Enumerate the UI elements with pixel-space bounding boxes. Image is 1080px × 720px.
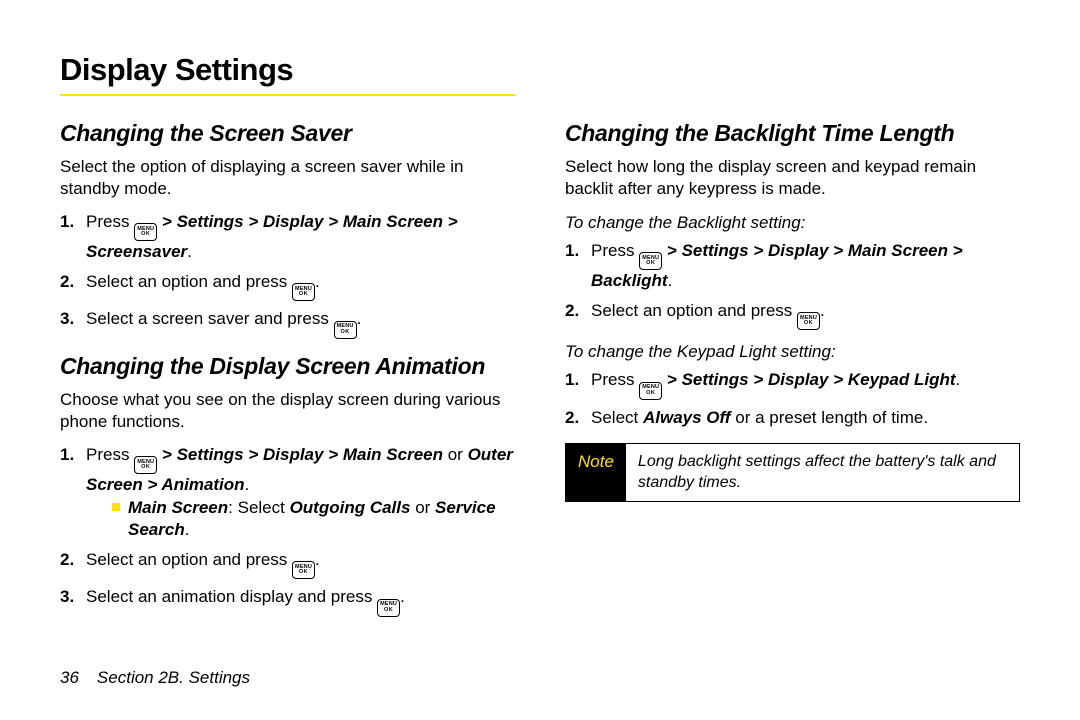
- step-text: Select an option and press: [86, 550, 292, 569]
- menu-ok-icon: MENUOK: [639, 382, 662, 400]
- step-text: Press: [591, 370, 639, 389]
- menu-ok-icon: MENUOK: [797, 312, 820, 330]
- note-body: Long backlight settings affect the batte…: [626, 444, 1019, 501]
- intro-backlight: Select how long the display screen and k…: [565, 156, 1020, 201]
- step-item: Press MENUOK > Settings > Display > Main…: [60, 211, 515, 264]
- sublabel-keypad: To change the Keypad Light setting:: [565, 342, 1020, 362]
- step-text: Select a screen saver and press: [86, 309, 334, 328]
- step-end: .: [400, 587, 405, 606]
- intro-display-animation: Choose what you see on the display scree…: [60, 389, 515, 434]
- step-text: Press: [86, 445, 134, 464]
- page-title: Display Settings: [60, 52, 1020, 88]
- steps-keypad: Press MENUOK > Settings > Display > Keyp…: [565, 369, 1020, 429]
- sub-bullet: Main Screen: Select Outgoing Calls or Se…: [86, 497, 515, 542]
- step-end: .: [820, 301, 825, 320]
- step-item: Select an option and press MENUOK.: [60, 549, 515, 580]
- step-end: .: [315, 550, 320, 569]
- step-end: .: [315, 272, 320, 291]
- step-item: Select a screen saver and press MENUOK.: [60, 308, 515, 339]
- steps-display-animation: Press MENUOK > Settings > Display > Main…: [60, 444, 515, 617]
- step-end: .: [956, 370, 961, 389]
- step-item: Select an animation display and press ME…: [60, 586, 515, 617]
- menu-ok-icon: MENUOK: [134, 223, 157, 241]
- step-text: Select: [591, 408, 643, 427]
- step-text: Press: [591, 241, 639, 260]
- menu-ok-icon: MENUOK: [292, 561, 315, 579]
- sublabel-backlight: To change the Backlight setting:: [565, 213, 1020, 233]
- step-end: .: [245, 475, 250, 494]
- menu-ok-icon: MENUOK: [377, 599, 400, 617]
- menu-ok-icon: MENUOK: [639, 252, 662, 270]
- heading-backlight: Changing the Backlight Time Length: [565, 120, 1020, 147]
- step-item: Press MENUOK > Settings > Display > Main…: [60, 444, 515, 542]
- menu-ok-line2: OK: [141, 232, 150, 238]
- step-text: Press: [86, 212, 134, 231]
- step-item: Select an option and press MENUOK.: [60, 271, 515, 302]
- nav-path: > Settings > Display > Keypad Light: [662, 370, 955, 389]
- bullet-square-icon: [112, 503, 120, 511]
- step-end: .: [187, 242, 192, 261]
- step-item: Press MENUOK > Settings > Display > Main…: [565, 240, 1020, 293]
- nav-path: > Settings > Display > Main Screen: [157, 445, 443, 464]
- step-item: Select Always Off or a preset length of …: [565, 407, 1020, 429]
- step-item: Press MENUOK > Settings > Display > Keyp…: [565, 369, 1020, 400]
- step-end: or a preset length of time.: [731, 408, 929, 427]
- steps-screen-saver: Press MENUOK > Settings > Display > Main…: [60, 211, 515, 339]
- step-text: Select an option and press: [86, 272, 292, 291]
- step-end: .: [668, 271, 673, 290]
- heading-display-animation: Changing the Display Screen Animation: [60, 353, 515, 380]
- step-item: Select an option and press MENUOK.: [565, 300, 1020, 331]
- step-end: .: [357, 309, 362, 328]
- intro-screen-saver: Select the option of displaying a screen…: [60, 156, 515, 201]
- page-footer: 36 Section 2B. Settings: [60, 668, 250, 688]
- steps-backlight: Press MENUOK > Settings > Display > Main…: [565, 240, 1020, 330]
- step-text: Select an animation display and press: [86, 587, 377, 606]
- bullet-content: Main Screen: Select Outgoing Calls or Se…: [128, 497, 515, 542]
- title-underline: [60, 94, 515, 96]
- menu-ok-icon: MENUOK: [334, 321, 357, 339]
- note-box: Note Long backlight settings affect the …: [565, 443, 1020, 502]
- option-text: Always Off: [643, 408, 731, 427]
- or-text: or: [443, 445, 468, 464]
- menu-ok-icon: MENUOK: [292, 283, 315, 301]
- page-number: 36: [60, 668, 79, 687]
- section-label: Section 2B. Settings: [97, 668, 250, 687]
- left-column: Changing the Screen Saver Select the opt…: [60, 120, 515, 624]
- menu-ok-icon: MENUOK: [134, 456, 157, 474]
- note-label: Note: [566, 444, 626, 501]
- content-columns: Changing the Screen Saver Select the opt…: [60, 120, 1020, 624]
- step-text: Select an option and press: [591, 301, 797, 320]
- right-column: Changing the Backlight Time Length Selec…: [565, 120, 1020, 624]
- heading-screen-saver: Changing the Screen Saver: [60, 120, 515, 147]
